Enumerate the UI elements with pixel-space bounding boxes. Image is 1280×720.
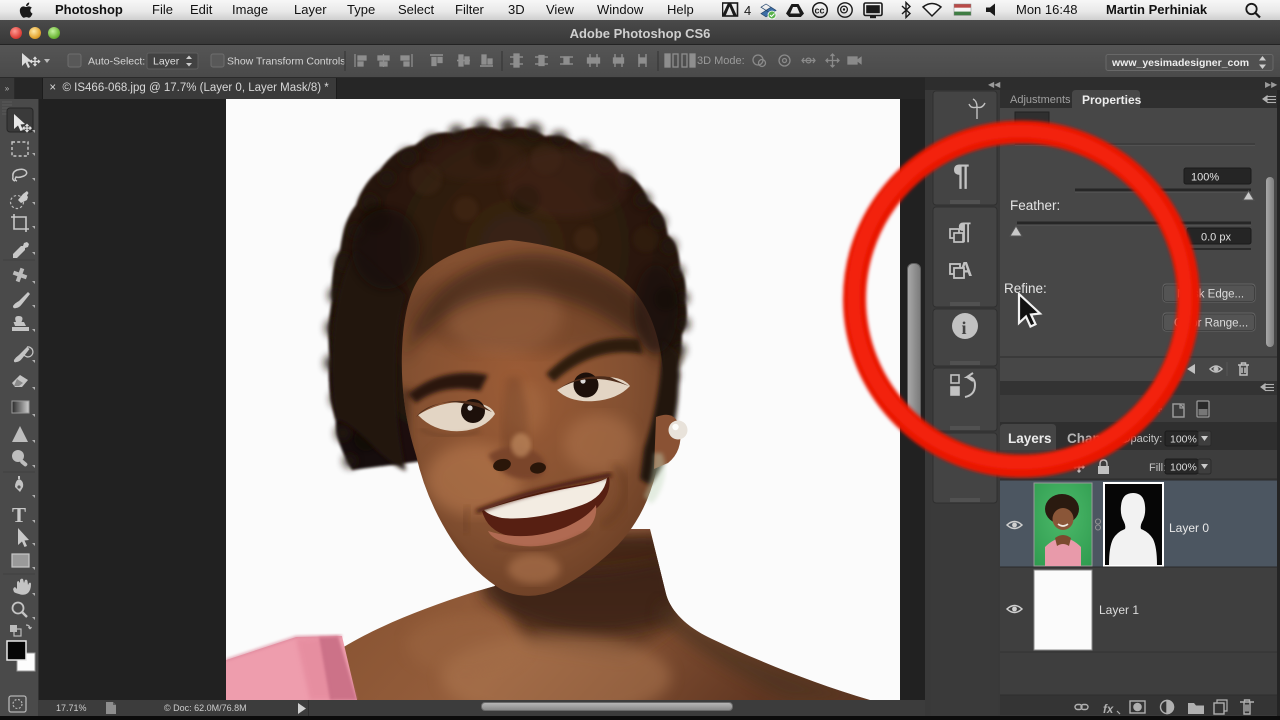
svg-text:www_yesimadesigner_com: www_yesimadesigner_com xyxy=(1111,57,1249,69)
svg-text:Show Transform Controls: Show Transform Controls xyxy=(227,56,345,68)
svg-text:◀◀: ◀◀ xyxy=(988,80,1001,89)
svg-text:3D Mode:: 3D Mode: xyxy=(697,55,745,67)
svg-text:cc: cc xyxy=(815,6,825,16)
svg-text:Layer 1: Layer 1 xyxy=(1099,603,1139,617)
svg-text:T: T xyxy=(12,503,26,527)
svg-text:Layer 0: Layer 0 xyxy=(1169,521,1209,535)
svg-text:▶▶: ▶▶ xyxy=(1265,80,1278,89)
svg-text:Layer: Layer xyxy=(153,56,180,68)
svg-text:fx: fx xyxy=(1103,704,1114,716)
svg-text:4: 4 xyxy=(744,3,751,18)
svg-text:Auto-Select:: Auto-Select: xyxy=(88,56,145,68)
